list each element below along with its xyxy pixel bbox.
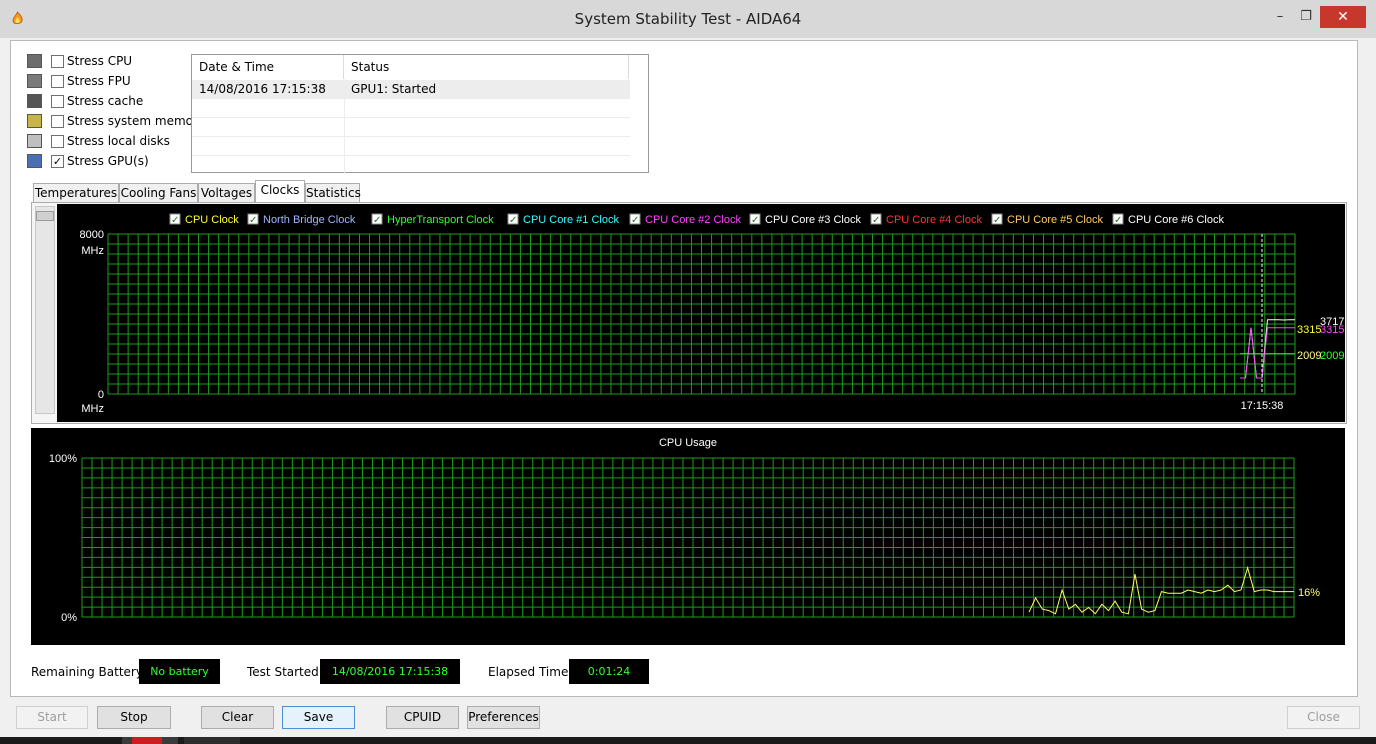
legend-label: CPU Core #1 Clock [523,214,619,226]
clock-value-2009-green: 2009 [1320,350,1344,362]
legend-label: CPU Clock [185,214,239,226]
log-row[interactable]: 14/08/2016 17:15:38 GPU1: Started [192,80,630,99]
clock-chart: ✓ CPU Clock ✓ North Bridge Clock ✓ HyperTrans… [57,204,1345,422]
clock-series [1240,319,1295,379]
cpu-icon [27,54,42,68]
tab-statistics[interactable]: Statistics [305,183,361,203]
stress-checkbox[interactable]: ✓ [51,155,64,168]
test-started-label: Test Started: [247,665,323,679]
clock-value-2009-light: 2009 [1297,350,1321,362]
memory-icon [27,114,42,128]
battery-label: Remaining Battery: [31,665,147,679]
graph-scrollbar[interactable] [35,206,55,414]
stress-checkbox[interactable] [51,115,64,128]
taskbar-item-icon [132,737,162,744]
elapsed-time-value: 0:01:24 [569,659,649,684]
legend-label: HyperTransport Clock [387,214,494,226]
taskbar [0,737,1376,744]
legend-check-mark: ✓ [751,215,759,226]
maximize-button[interactable]: ❐ [1293,6,1319,28]
window-title: System Stability Test - AIDA64 [574,10,802,28]
taskbar-item[interactable] [184,737,240,744]
usage-y-max-label: 100% [49,453,77,465]
cpu-usage-chart: CPU Usage 100% 0% 16% [31,428,1345,645]
test-started-value: 14/08/2016 17:15:38 [320,659,460,684]
disk-icon [27,134,42,148]
usage-y-min-label: 0% [61,612,77,624]
legend-label: CPU Core #3 Clock [765,214,861,226]
legend-check-mark: ✓ [373,215,381,226]
usage-grid [81,457,1295,618]
stress-checkbox[interactable] [51,75,64,88]
event-log-table[interactable]: Date & Time Status 14/08/2016 17:15:38 G… [191,54,649,173]
legend-label: CPU Core #5 Clock [1007,214,1103,226]
clock-legend: ✓ CPU Clock ✓ North Bridge Clock ✓ HyperTrans… [169,213,1224,226]
clock-y-max-unit: MHz [81,245,104,257]
clock-y-max-label: 8000 [80,229,104,241]
legend-label: North Bridge Clock [263,214,356,226]
legend-check-mark: ✓ [993,215,1001,226]
battery-value: No battery [139,659,220,684]
stress-checkbox[interactable] [51,135,64,148]
graph-scrollbar-thumb[interactable] [36,211,54,221]
clock-y-min-label: 0 [98,389,104,401]
log-cell-datetime: 14/08/2016 17:15:38 [199,82,326,96]
minimize-button[interactable]: – [1267,6,1293,28]
tab-cooling-fans[interactable]: Cooling Fans [119,183,198,203]
clock-y-min-unit: MHz [81,403,104,415]
clock-grid [107,233,1296,395]
stop-button[interactable]: Stop [97,706,171,729]
preferences-button[interactable]: Preferences [467,706,540,729]
log-header-status[interactable]: Status [344,55,629,79]
tab-temperatures[interactable]: Temperatures [33,183,119,203]
elapsed-time-label: Elapsed Time: [488,665,573,679]
legend-check-mark: ✓ [631,215,639,226]
log-cell-status: GPU1: Started [351,82,437,96]
title-bar: System Stability Test - AIDA64 – ❐ ✕ [0,0,1376,38]
log-header-datetime[interactable]: Date & Time [192,55,344,79]
gpu-icon [27,154,42,168]
tab-clocks[interactable]: Clocks [255,180,305,203]
legend-check-mark: ✓ [872,215,880,226]
clock-value-3315-yellow: 3315 [1297,324,1321,336]
close-window-button[interactable]: ✕ [1320,6,1366,28]
clock-value-3315-magenta: 3315 [1320,324,1344,336]
stress-label: Stress CPU [67,54,133,68]
stress-checkbox[interactable] [51,55,64,68]
legend-check-mark: ✓ [171,215,179,226]
clear-button[interactable]: Clear [201,706,274,729]
stress-checkbox[interactable] [51,95,64,108]
stress-label: Stress local disks [67,134,170,148]
stress-label: Stress cache [67,94,144,108]
legend-label: CPU Core #4 Clock [886,214,982,226]
stress-label: Stress system memory [67,114,206,128]
tab-voltages[interactable]: Voltages [198,183,255,203]
cpuid-button[interactable]: CPUID [386,706,459,729]
close-button[interactable]: Close [1287,706,1360,729]
stress-label: Stress FPU [67,74,131,88]
legend-label: CPU Core #6 Clock [1128,214,1224,226]
log-row-empty [192,99,630,118]
usage-title: CPU Usage [659,437,717,449]
legend-check-mark: ✓ [509,215,517,226]
stress-label: Stress GPU(s) [67,154,149,168]
usage-current-label: 16% [1298,587,1320,599]
log-row-empty [192,137,630,156]
clock-series-line [1240,327,1295,379]
start-button[interactable]: Start [16,706,88,729]
log-header-filler [629,55,649,79]
save-button[interactable]: Save [282,706,355,729]
legend-check-mark: ✓ [1114,215,1122,226]
fpu-icon [27,74,42,88]
cache-icon [27,94,42,108]
log-row-empty [192,118,630,137]
clock-time-label: 17:15:38 [1241,400,1284,412]
legend-check-mark: ✓ [249,215,257,226]
legend-label: CPU Core #2 Clock [645,214,741,226]
